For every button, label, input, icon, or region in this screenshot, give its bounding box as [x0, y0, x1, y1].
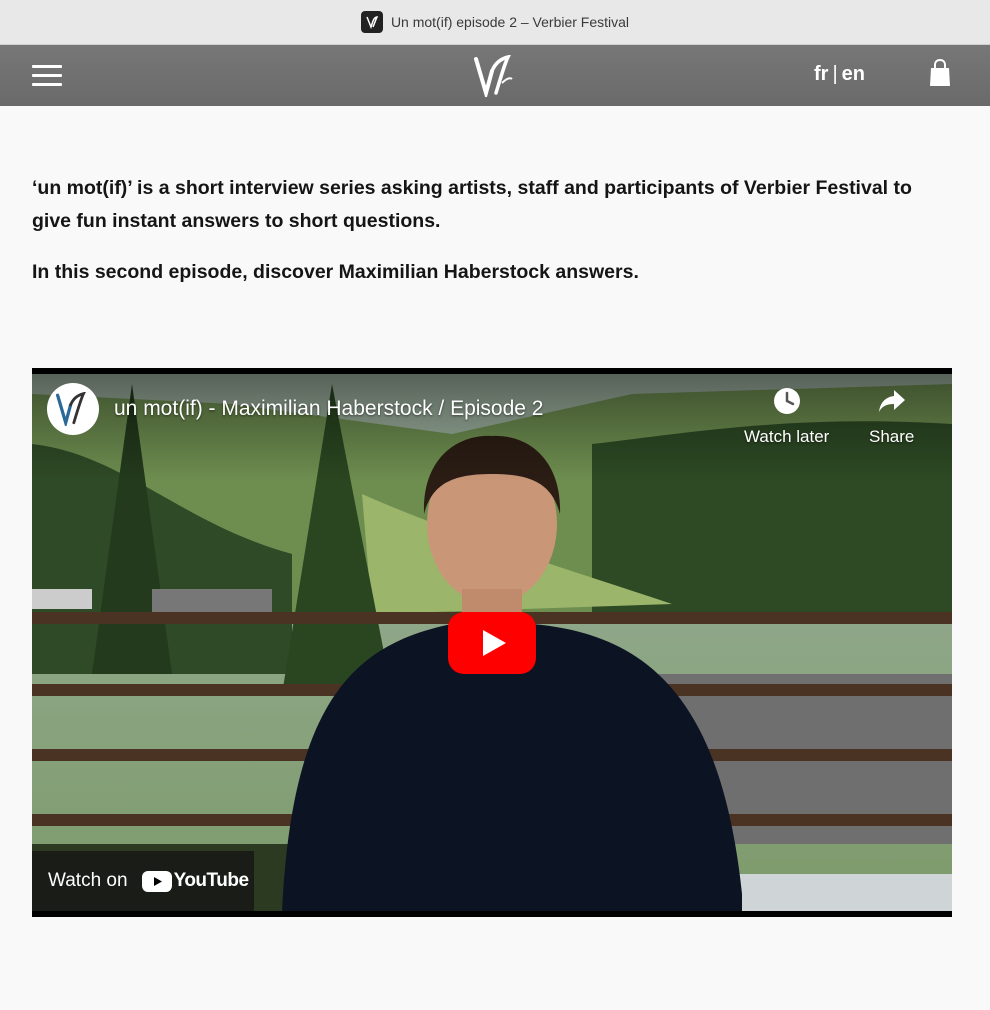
window-title: Un mot(if) episode 2 – Verbier Festival [390, 14, 630, 30]
lang-en-link[interactable]: en [842, 63, 865, 85]
watch-later-label: Watch later [744, 427, 830, 446]
play-icon[interactable] [448, 612, 536, 674]
window-titlebar: Un mot(if) episode 2 – Verbier Festival [0, 0, 990, 45]
youtube-embed[interactable]: un mot(if) - Maximilian Haberstock / Epi… [32, 368, 952, 917]
watch-later-button[interactable]: Watch later [744, 386, 829, 447]
language-switcher: fr | en [814, 63, 865, 86]
episode-paragraph: In this second episode, discover Maximil… [32, 261, 639, 283]
share-arrow-icon [878, 390, 905, 412]
favicon-icon [360, 11, 383, 33]
lang-separator: | [832, 63, 838, 85]
shopping-bag-icon[interactable] [928, 58, 952, 92]
youtube-wordmark: YouTube [173, 870, 249, 891]
clock-icon [773, 388, 800, 414]
verbier-logo[interactable] [472, 54, 518, 102]
share-label: Share [869, 427, 915, 446]
watch-on-youtube-button[interactable]: Watch on YouTube [32, 851, 254, 911]
intro-paragraph: ‘un mot(if)’ is a short interview series… [32, 177, 912, 232]
site-header: fr | en [0, 45, 990, 106]
menu-icon[interactable] [32, 65, 62, 87]
channel-avatar[interactable] [47, 383, 99, 435]
video-title[interactable]: un mot(if) - Maximilian Haberstock / Epi… [114, 397, 544, 421]
youtube-play-icon [141, 870, 172, 892]
youtube-logo: YouTube [141, 870, 249, 892]
watch-on-label: Watch on [48, 870, 128, 891]
article-body: ‘un mot(if)’ is a short interview series… [32, 172, 952, 307]
share-button[interactable]: Share [869, 386, 914, 447]
lang-fr-link[interactable]: fr [814, 63, 828, 85]
